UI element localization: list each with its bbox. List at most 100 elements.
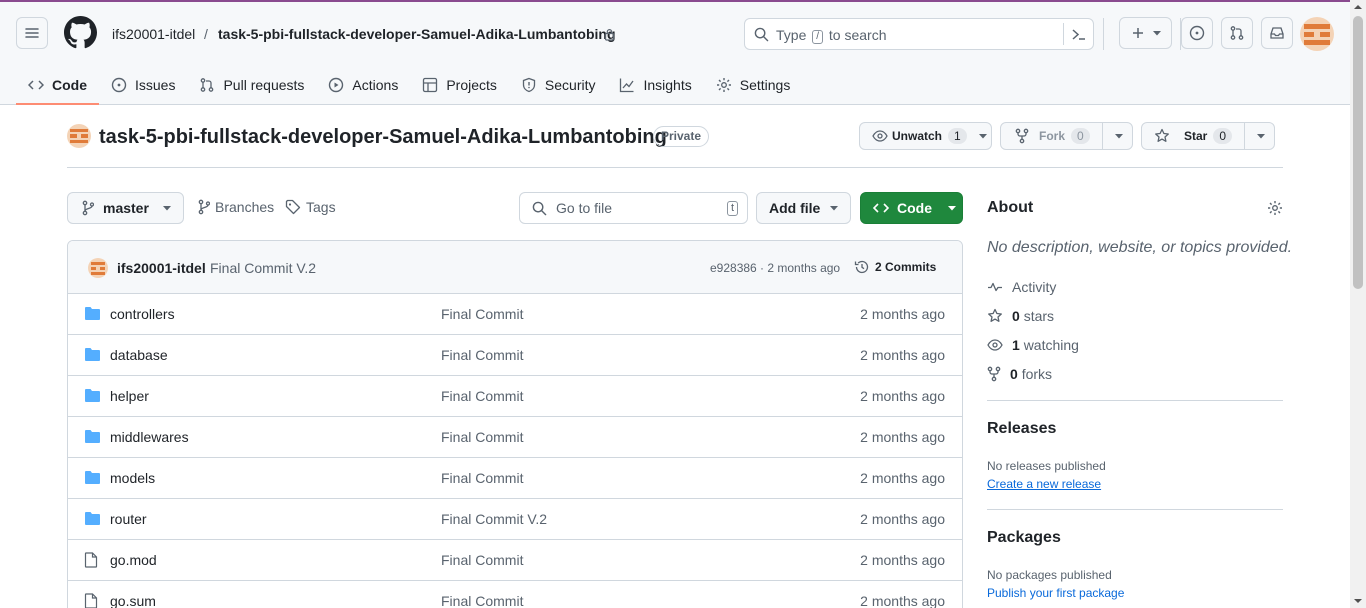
releases-heading[interactable]: Releases: [987, 420, 1056, 438]
commit-author-avatar[interactable]: [88, 258, 108, 278]
code-dropdown-button[interactable]: Code: [860, 192, 963, 224]
file-name[interactable]: models: [110, 470, 155, 486]
file-name[interactable]: database: [110, 347, 168, 363]
add-file-button[interactable]: Add file: [756, 192, 851, 224]
watching-count: 1: [1012, 337, 1020, 353]
tab-issues[interactable]: Issues: [99, 67, 187, 103]
file-commit-age: 2 months ago: [860, 388, 945, 404]
scroll-up-arrow-icon[interactable]: [1354, 4, 1362, 10]
commit-author[interactable]: ifs20001-itdel: [117, 260, 206, 276]
file-row-middlewares[interactable]: middlewares Final Commit 2 months ago: [68, 417, 962, 458]
file-commit-message[interactable]: Final Commit: [441, 552, 523, 568]
file-name[interactable]: helper: [110, 388, 149, 404]
pull-requests-button[interactable]: [1221, 17, 1253, 49]
add-file-label: Add file: [769, 200, 821, 216]
fork-label: Fork: [1039, 129, 1066, 143]
issues-button[interactable]: [1181, 17, 1213, 49]
repo-owner-avatar[interactable]: [67, 124, 91, 148]
gear-icon[interactable]: [1267, 200, 1283, 216]
tab-security[interactable]: Security: [509, 67, 608, 103]
hamburger-icon: [25, 28, 39, 38]
tab-code[interactable]: Code: [16, 67, 99, 105]
commit-hash-age[interactable]: e928386 · 2 months ago: [710, 261, 840, 275]
breadcrumb-repo[interactable]: task-5-pbi-fullstack-developer-Samuel-Ad…: [218, 25, 616, 43]
file-row-controllers[interactable]: controllers Final Commit 2 months ago: [68, 294, 962, 335]
go-to-file-shortcut: t: [726, 201, 738, 216]
command-palette-icon[interactable]: [1071, 27, 1087, 42]
search-shortcut-key: /: [812, 30, 824, 44]
branch-select-button[interactable]: master: [67, 192, 184, 224]
search-input[interactable]: Type / to search: [744, 18, 1094, 50]
lock-icon: [604, 29, 615, 41]
inbox-button[interactable]: [1261, 17, 1293, 49]
breadcrumb-owner[interactable]: ifs20001-itdel: [112, 25, 195, 43]
file-name[interactable]: controllers: [110, 306, 175, 322]
tab-actions[interactable]: Actions: [316, 67, 410, 103]
user-avatar[interactable]: [1300, 17, 1334, 51]
scroll-down-arrow-icon[interactable]: [1354, 598, 1362, 604]
tab-insights[interactable]: Insights: [607, 67, 703, 103]
github-logo-icon[interactable]: [64, 16, 97, 52]
file-commit-message[interactable]: Final Commit: [441, 388, 523, 404]
file-commit-message[interactable]: Final Commit: [441, 470, 523, 486]
star-count: 0: [1213, 128, 1233, 144]
fork-button[interactable]: Fork 0: [1000, 122, 1133, 150]
file-row-go-sum[interactable]: go.sum Final Commit 2 months ago: [68, 581, 962, 608]
repo-title[interactable]: task-5-pbi-fullstack-developer-Samuel-Ad…: [99, 125, 667, 149]
search-placeholder: Type / to search: [776, 27, 887, 44]
chevron-down-icon[interactable]: [1114, 133, 1123, 139]
stars-link[interactable]: 0 stars: [987, 308, 1054, 324]
create-new-button[interactable]: [1119, 17, 1172, 49]
releases-empty-text: No releases published: [987, 459, 1106, 473]
tab-label: Pull requests: [223, 77, 305, 93]
chevron-down-icon[interactable]: [978, 133, 987, 139]
table-icon: [423, 77, 438, 93]
commit-message[interactable]: Final Commit V.2: [210, 260, 316, 276]
file-name[interactable]: go.mod: [110, 552, 157, 568]
file-icon: [84, 552, 98, 568]
file-row-database[interactable]: database Final Commit 2 months ago: [68, 335, 962, 376]
about-divider: [987, 400, 1283, 401]
star-button[interactable]: Star 0: [1141, 122, 1275, 150]
commits-link[interactable]: 2 Commits: [854, 259, 936, 275]
star-icon: [988, 308, 1002, 322]
file-row-models[interactable]: models Final Commit 2 months ago: [68, 458, 962, 499]
file-row-helper[interactable]: helper Final Commit 2 months ago: [68, 376, 962, 417]
go-to-file-placeholder: Go to file: [556, 200, 613, 216]
go-to-file-input[interactable]: Go to file t: [519, 192, 748, 224]
file-row-router[interactable]: router Final Commit V.2 2 months ago: [68, 499, 962, 540]
forks-link[interactable]: 0 forks: [987, 366, 1052, 382]
breadcrumb-separator: /: [204, 26, 208, 42]
menu-button[interactable]: [16, 17, 48, 49]
branches-link[interactable]: Branches: [198, 199, 274, 215]
watch-button[interactable]: Unwatch 1: [859, 122, 992, 150]
tab-pull-requests[interactable]: Pull requests: [187, 67, 316, 103]
tab-settings[interactable]: Settings: [704, 67, 803, 103]
chevron-down-icon[interactable]: [1257, 133, 1266, 139]
packages-heading[interactable]: Packages: [987, 529, 1061, 547]
tags-link[interactable]: Tags: [285, 199, 336, 215]
tab-label: Issues: [135, 77, 176, 93]
chevron-down-icon: [830, 205, 839, 210]
repo-nav-tabs: Code Issues Pull requests Actions Projec…: [16, 67, 802, 106]
activity-link[interactable]: Activity: [987, 279, 1056, 295]
tab-label: Insights: [643, 77, 692, 93]
file-name[interactable]: go.sum: [110, 593, 156, 608]
fork-count: 0: [1071, 128, 1090, 144]
create-release-link[interactable]: Create a new release: [987, 477, 1101, 491]
file-commit-age: 2 months ago: [860, 429, 945, 445]
file-commit-message[interactable]: Final Commit: [441, 347, 523, 363]
file-commit-message[interactable]: Final Commit: [441, 306, 523, 322]
publish-package-link[interactable]: Publish your first package: [987, 586, 1124, 600]
file-commit-message[interactable]: Final Commit: [441, 593, 523, 608]
watching-link[interactable]: 1 watching: [987, 337, 1079, 353]
tab-label: Security: [544, 77, 596, 93]
file-commit-message[interactable]: Final Commit: [441, 429, 523, 445]
file-commit-message[interactable]: Final Commit V.2: [441, 511, 547, 527]
scrollbar-thumb[interactable]: [1353, 16, 1363, 289]
folder-icon: [85, 430, 100, 443]
file-name[interactable]: middlewares: [110, 429, 189, 445]
file-row-go-mod[interactable]: go.mod Final Commit 2 months ago: [68, 540, 962, 581]
file-name[interactable]: router: [110, 511, 147, 527]
tab-projects[interactable]: Projects: [410, 67, 509, 103]
